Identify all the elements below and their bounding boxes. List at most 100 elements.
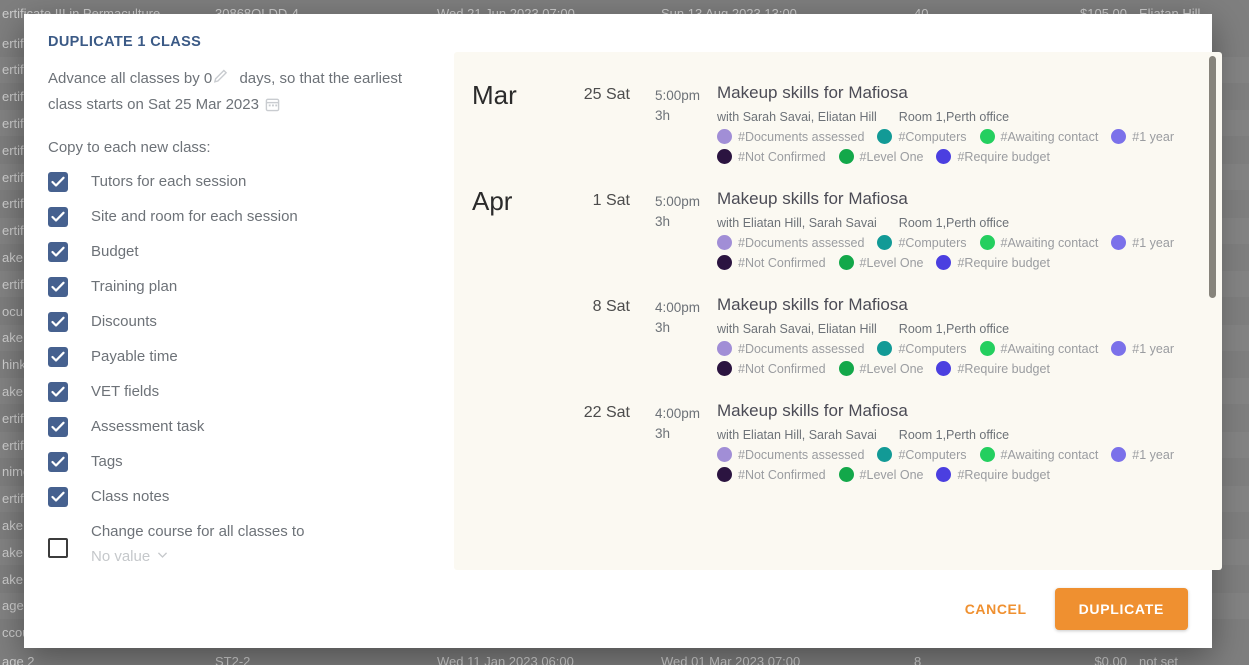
class-tag[interactable]: #1 year (1111, 129, 1174, 144)
class-duration: 3h (655, 426, 671, 441)
copy-option-row[interactable]: Budget (48, 238, 440, 273)
copy-option-label: Budget (91, 243, 139, 260)
copy-option-checkbox[interactable] (48, 172, 68, 192)
class-row[interactable]: 22 Sat 4:00pm 3h Makeup skills for Mafiosa w… (454, 376, 1222, 482)
class-tag[interactable]: #Level One (838, 361, 923, 376)
tag-label: #Awaiting contact (1000, 235, 1099, 250)
copy-option-row[interactable]: Tags (48, 448, 440, 483)
class-tag[interactable]: #Not Confirmed (717, 361, 826, 376)
class-tag[interactable]: #1 year (1111, 447, 1174, 462)
dialog-options-pane: DUPLICATE 1 CLASS Advance all classes by… (48, 34, 440, 570)
class-row[interactable]: Mar 25 Sat 5:00pm 3h Makeup skills for Mafio… (454, 52, 1222, 164)
copy-option-label: Payable time (91, 348, 178, 365)
class-tag[interactable]: #Computers (877, 341, 967, 356)
copy-option-checkbox[interactable] (48, 382, 68, 402)
duplicate-button[interactable]: DUPLICATE (1054, 588, 1188, 630)
class-row[interactable]: 8 Sat 4:00pm 3h Makeup skills for Mafiosa wi… (454, 270, 1222, 376)
class-tag-line: #Not Confirmed #Level One #Require budget (717, 255, 1222, 270)
class-tag[interactable]: #Awaiting contact (979, 447, 1098, 462)
copy-option-checkbox[interactable] (48, 312, 68, 332)
class-tag[interactable]: #Awaiting contact (979, 341, 1098, 356)
copy-option-checkbox[interactable] (48, 452, 68, 472)
tag-color-dot-icon (936, 467, 952, 482)
copy-option-checkbox[interactable] (48, 242, 68, 262)
class-tag[interactable]: #Computers (877, 235, 967, 250)
class-tag[interactable]: #Level One (838, 149, 923, 164)
copy-option-row[interactable]: Site and room for each session (48, 203, 440, 238)
change-course-option[interactable]: Change course for all classes to No valu… (48, 520, 440, 570)
change-course-select[interactable]: No value (91, 544, 304, 570)
copy-option-label: Tags (91, 453, 123, 470)
class-tag[interactable]: #Documents assessed (717, 235, 864, 250)
class-tag-line: #Documents assessed #Computers #Awaiting c… (717, 341, 1222, 356)
class-list-scrollbar-thumb[interactable] (1209, 56, 1216, 298)
class-tag-line: #Not Confirmed #Level One #Require budget (717, 361, 1222, 376)
class-duration: 3h (655, 108, 671, 123)
copy-option-row[interactable]: Assessment task (48, 413, 440, 448)
class-tag[interactable]: #Level One (838, 467, 923, 482)
copy-option-row[interactable]: Training plan (48, 273, 440, 308)
class-tag[interactable]: #Documents assessed (717, 129, 864, 144)
class-month-label: Mar (472, 80, 517, 110)
tag-label: #1 year (1132, 447, 1174, 462)
copy-option-checkbox[interactable] (48, 347, 68, 367)
class-time-block: 4:00pm 3h (630, 294, 700, 376)
change-course-checkbox[interactable] (48, 538, 68, 558)
cancel-button[interactable]: CANCEL (959, 593, 1033, 625)
class-tag[interactable]: #Computers (877, 129, 967, 144)
copy-option-row[interactable]: Class notes (48, 483, 440, 518)
class-tag[interactable]: #Not Confirmed (717, 467, 826, 482)
copy-option-row[interactable]: Discounts (48, 308, 440, 343)
class-tag[interactable]: #Level One (838, 255, 923, 270)
tag-label: #Documents assessed (738, 341, 865, 356)
tag-label: #Not Confirmed (738, 361, 826, 376)
calendar-icon[interactable] (265, 95, 280, 120)
tag-color-dot-icon (838, 149, 854, 164)
tag-color-dot-icon (717, 447, 732, 462)
background-cell: 8 (914, 653, 922, 665)
class-tag[interactable]: #Require budget (936, 467, 1050, 482)
tag-color-dot-icon (979, 129, 995, 144)
class-tag[interactable]: #Awaiting contact (979, 129, 1099, 144)
class-tag[interactable]: #Require budget (936, 361, 1050, 376)
copy-option-checkbox[interactable] (48, 417, 68, 437)
class-tag[interactable]: #1 year (1111, 341, 1174, 356)
copy-option-row[interactable]: Payable time (48, 343, 440, 378)
class-tag[interactable]: #Not Confirmed (717, 149, 826, 164)
tag-color-dot-icon (717, 255, 732, 270)
tag-color-dot-icon (1111, 129, 1127, 144)
duplicated-classes-list[interactable]: Mar 25 Sat 5:00pm 3h Makeup skills for Mafio… (454, 52, 1222, 570)
class-title: Makeup skills for Mafiosa (717, 295, 908, 314)
class-tag[interactable]: #Require budget (936, 149, 1050, 164)
background-cell: not set (1139, 653, 1179, 665)
tag-color-dot-icon (877, 341, 893, 356)
pencil-icon[interactable] (213, 67, 228, 92)
class-row[interactable]: Apr 1 Sat 5:00pm 3h Makeup skills for Mafios… (454, 164, 1222, 270)
class-tag[interactable]: #Documents assessed (717, 341, 864, 356)
class-tag[interactable]: #Not Confirmed (717, 255, 826, 270)
tag-color-dot-icon (717, 235, 732, 250)
class-tag[interactable]: #1 year (1111, 235, 1174, 250)
tag-label: #Documents assessed (738, 447, 865, 462)
class-tag-line: #Documents assessed #Computers #Awaiting c… (717, 129, 1222, 144)
copy-option-checkbox[interactable] (48, 487, 68, 507)
class-duration: 3h (655, 320, 671, 335)
class-list-scrollbar[interactable] (1209, 56, 1216, 566)
class-tag[interactable]: #Awaiting contact (979, 235, 1099, 250)
class-tag[interactable]: #Documents assessed (717, 447, 864, 462)
tag-color-dot-icon (877, 447, 893, 462)
tag-label: #Awaiting contact (1000, 129, 1099, 144)
earliest-date-value[interactable]: Sat 25 Mar 2023 (148, 96, 259, 113)
copy-option-checkbox[interactable] (48, 207, 68, 227)
copy-option-row[interactable]: VET fields (48, 378, 440, 413)
copy-option-row[interactable]: Tutors for each session (48, 168, 440, 203)
class-tag[interactable]: #Require budget (936, 255, 1050, 270)
class-time-block: 5:00pm 3h (630, 82, 700, 164)
tag-color-dot-icon (1111, 235, 1127, 250)
advance-days-value[interactable]: 0 (204, 70, 212, 87)
class-duration: 3h (655, 214, 671, 229)
class-day-label: 22 Sat (583, 404, 630, 421)
copy-option-checkbox[interactable] (48, 277, 68, 297)
class-tag[interactable]: #Computers (877, 447, 967, 462)
change-course-texts: Change course for all classes to No valu… (91, 520, 304, 570)
